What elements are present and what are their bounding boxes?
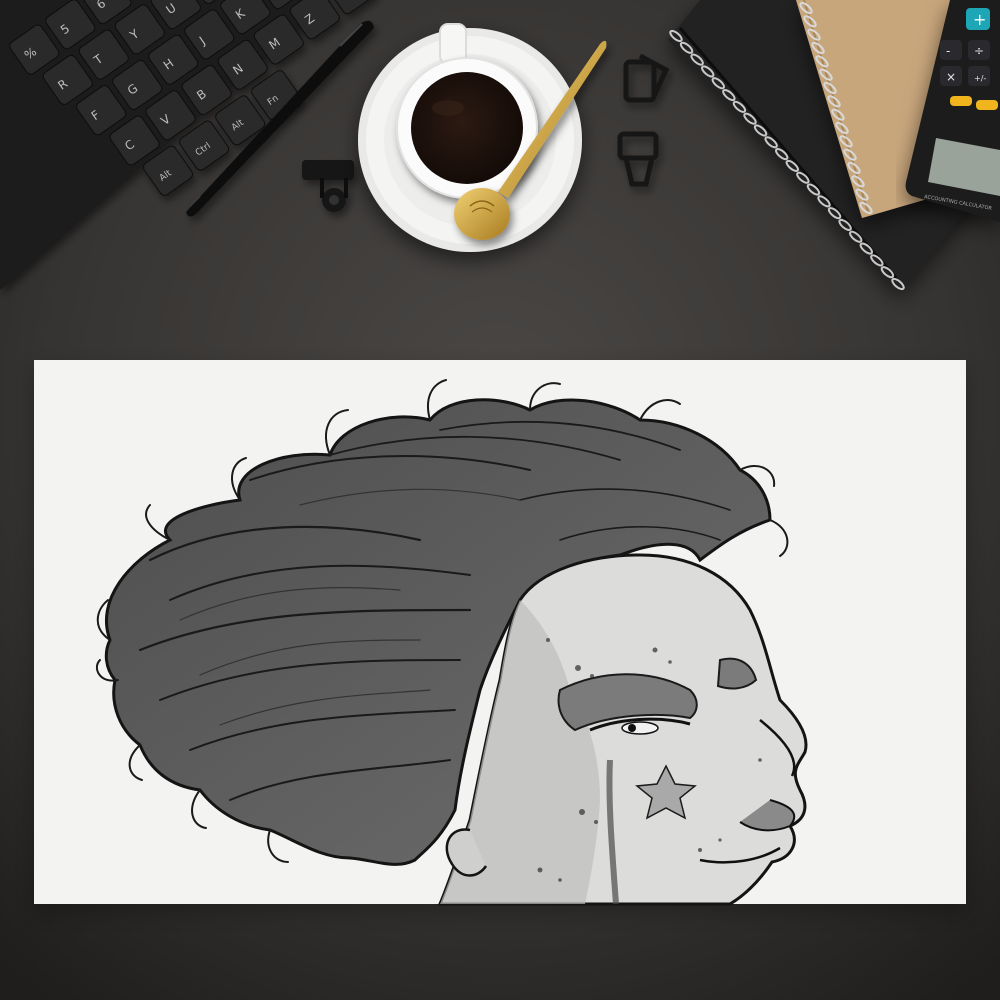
calculator-key [976, 100, 998, 110]
calc-key-plus: + [973, 10, 986, 29]
art-print [34, 360, 966, 906]
calculator-key-label: ÷ [974, 44, 984, 58]
calculator-key [940, 40, 962, 60]
desk-scene: %56RTYUIOFGHJKLCVBNMZXAltCtrlAltFn [0, 0, 1000, 1000]
calculator-key-label: × [946, 70, 956, 84]
scene-canvas: %56RTYUIOFGHJKLCVBNMZXAltCtrlAltFn [0, 0, 1000, 1000]
calculator-key-label: - [946, 44, 950, 58]
calculator-key [950, 96, 972, 106]
calculator-key-label: +/- [974, 74, 986, 83]
